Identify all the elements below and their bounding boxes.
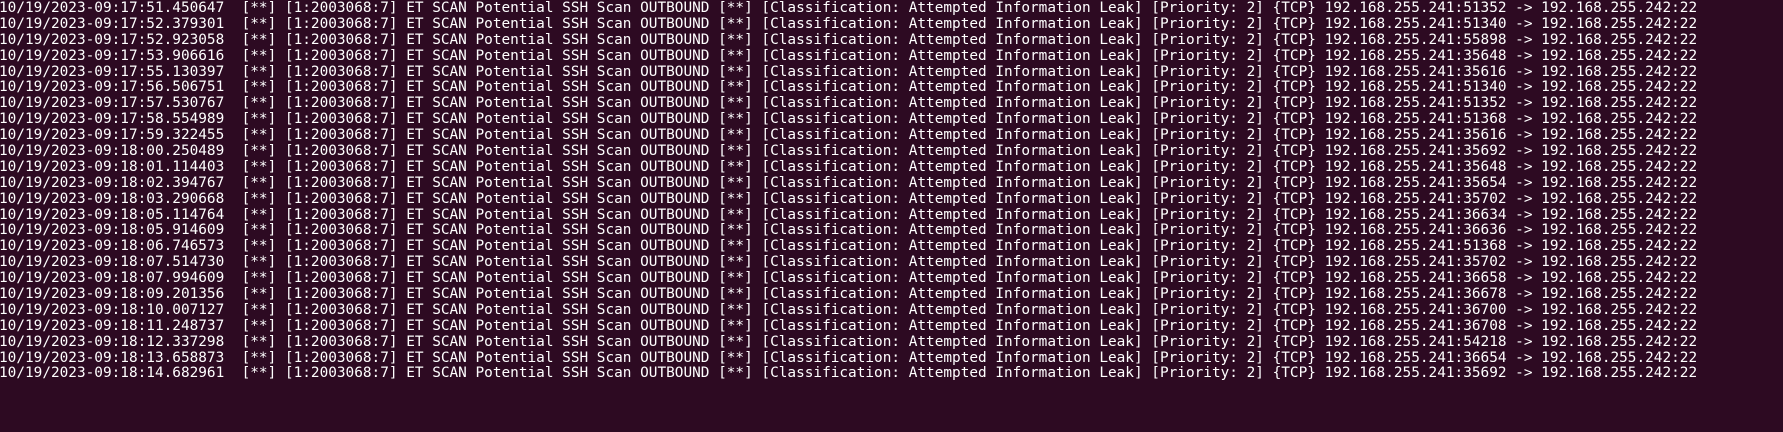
log-line: 10/19/2023-09:17:52.379301 [**] [1:20030… — [0, 15, 1698, 32]
log-line: 10/19/2023-09:18:05.114764 [**] [1:20030… — [0, 206, 1698, 223]
log-line: 10/19/2023-09:18:09.201356 [**] [1:20030… — [0, 286, 1698, 303]
log-line: 10/19/2023-09:18:07.514730 [**] [1:20030… — [0, 254, 1698, 271]
log-line: 10/19/2023-09:17:59.322455 [**] [1:20030… — [0, 127, 1698, 144]
log-line: 10/19/2023-09:18:14.682961 [**] [1:20030… — [0, 365, 1698, 382]
terminal-output[interactable]: 10/19/2023-09:17:51.450647 [**] [1:20030… — [0, 0, 1783, 432]
log-line: 10/19/2023-09:18:05.914609 [**] [1:20030… — [0, 222, 1698, 239]
log-line: 10/19/2023-09:18:13.658873 [**] [1:20030… — [0, 349, 1698, 366]
log-line: 10/19/2023-09:17:51.450647 [**] [1:20030… — [0, 0, 1698, 16]
log-line: 10/19/2023-09:18:07.994609 [**] [1:20030… — [0, 270, 1698, 287]
log-line: 10/19/2023-09:18:11.248737 [**] [1:20030… — [0, 317, 1698, 334]
log-line: 10/19/2023-09:18:10.007127 [**] [1:20030… — [0, 301, 1698, 318]
log-line: 10/19/2023-09:18:00.250489 [**] [1:20030… — [0, 143, 1698, 160]
log-line: 10/19/2023-09:17:52.923058 [**] [1:20030… — [0, 31, 1698, 48]
log-line: 10/19/2023-09:18:02.394767 [**] [1:20030… — [0, 174, 1698, 191]
log-line: 10/19/2023-09:17:56.506751 [**] [1:20030… — [0, 79, 1698, 96]
log-line: 10/19/2023-09:18:03.290668 [**] [1:20030… — [0, 190, 1698, 207]
log-line: 10/19/2023-09:17:55.130397 [**] [1:20030… — [0, 63, 1698, 80]
log-line: 10/19/2023-09:18:01.114403 [**] [1:20030… — [0, 158, 1698, 175]
log-line: 10/19/2023-09:18:12.337298 [**] [1:20030… — [0, 333, 1698, 350]
log-line: 10/19/2023-09:17:53.906616 [**] [1:20030… — [0, 47, 1698, 64]
log-line: 10/19/2023-09:17:58.554989 [**] [1:20030… — [0, 111, 1698, 128]
log-line: 10/19/2023-09:18:06.746573 [**] [1:20030… — [0, 238, 1698, 255]
log-line: 10/19/2023-09:17:57.530767 [**] [1:20030… — [0, 95, 1698, 112]
